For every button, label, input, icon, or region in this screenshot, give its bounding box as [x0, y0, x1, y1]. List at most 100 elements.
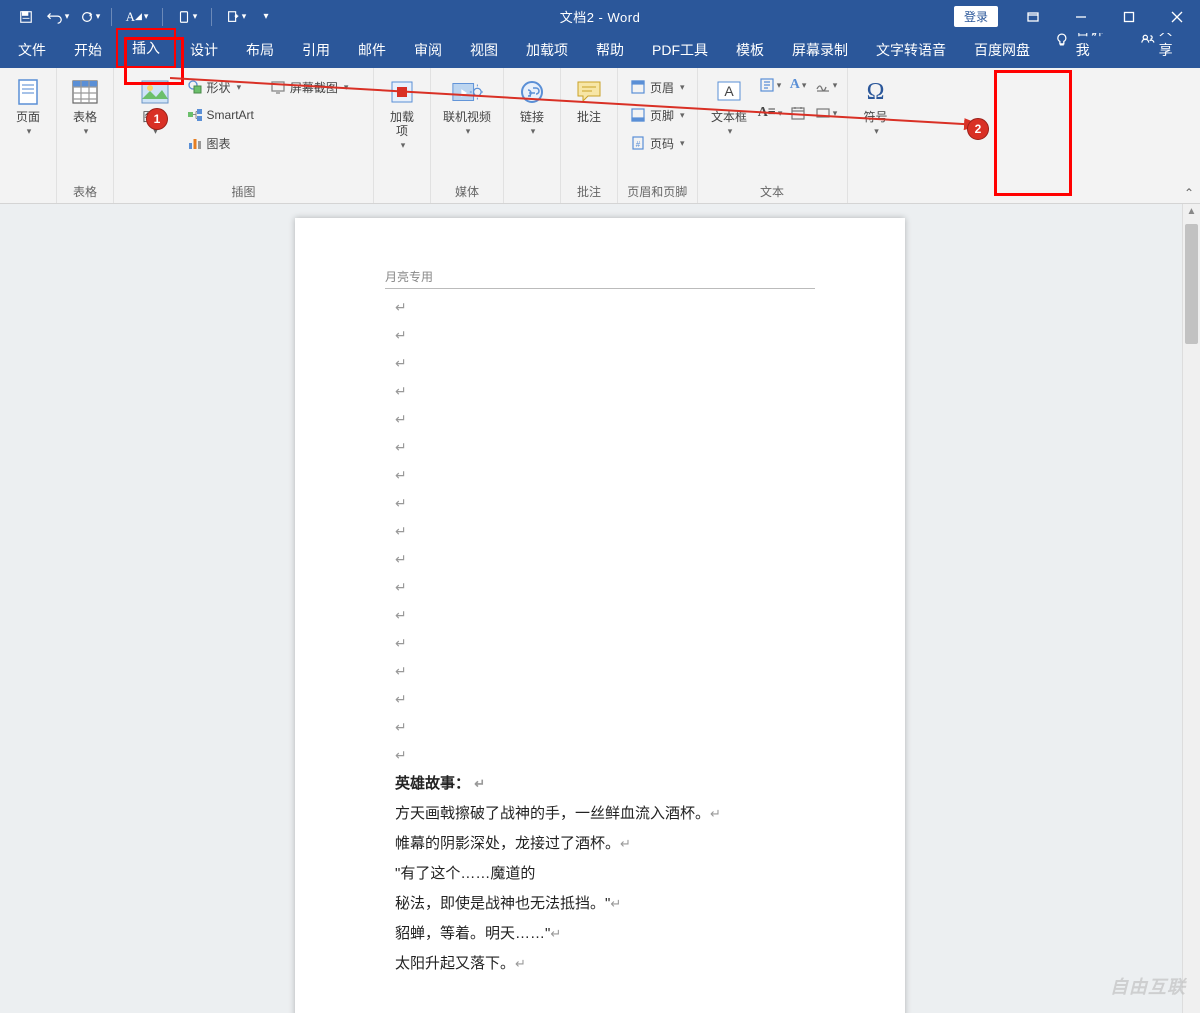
tab-view[interactable]: 视图: [456, 32, 512, 68]
omega-icon: Ω: [860, 76, 892, 108]
tab-design[interactable]: 设计: [176, 32, 232, 68]
ribbon-options-icon[interactable]: [1010, 0, 1056, 33]
window-title: 文档2 - Word: [560, 7, 641, 26]
quick-access-toolbar: ▾ ▾ A◢▾ ▾ ▾ ▾: [0, 4, 275, 30]
dropcap-icon[interactable]: A≡▾: [757, 100, 783, 126]
group-symbols: Ω 符号 ▾: [848, 68, 904, 203]
scroll-up-icon[interactable]: ▲: [1183, 204, 1200, 217]
video-icon: [451, 76, 483, 108]
comment-icon: [573, 76, 605, 108]
smartart-icon: [187, 107, 203, 123]
picture-icon: [139, 76, 171, 108]
save-icon[interactable]: [12, 4, 40, 30]
document-area[interactable]: 月亮专用 ↵ ↵ ↵ ↵ ↵ ↵ ↵ ↵ ↵ ↵ ↵ ↵ ↵ ↵ ↵ ↵ ↵ 英…: [0, 204, 1200, 1013]
wordart-icon[interactable]: A▾: [785, 72, 811, 98]
video-button[interactable]: 联机视频 ▾: [437, 72, 497, 141]
document-line: 方天画戟擦破了战神的手，一丝鲜血流入酒杯。↵: [395, 799, 805, 829]
share-icon: [1141, 33, 1155, 47]
tab-record[interactable]: 屏幕录制: [778, 32, 862, 68]
close-icon[interactable]: [1154, 0, 1200, 33]
pages-button[interactable]: 页面 ▾: [6, 72, 50, 141]
footer-icon: [630, 107, 646, 123]
document-heading: 英雄故事： ↵: [395, 769, 805, 799]
document-line: 貂蝉，等着。明天……"↵: [395, 919, 805, 949]
header-button[interactable]: 页眉▾: [624, 74, 691, 100]
lightbulb-icon: [1054, 32, 1070, 48]
quickparts-icon[interactable]: ▾: [757, 72, 783, 98]
tab-baidu[interactable]: 百度网盘: [960, 32, 1044, 68]
comment-button[interactable]: 批注: [567, 72, 611, 128]
smartart-button[interactable]: SmartArt: [181, 102, 260, 128]
document-line: 太阳升起又落下。↵: [395, 949, 805, 979]
shapes-button[interactable]: 形状▾: [181, 74, 260, 100]
page-icon: [12, 76, 44, 108]
footer-button[interactable]: 页脚▾: [624, 102, 691, 128]
vertical-scrollbar[interactable]: ▲: [1182, 204, 1200, 1013]
table-button[interactable]: 表格 ▾: [63, 72, 107, 141]
maximize-icon[interactable]: [1106, 0, 1152, 33]
collapse-ribbon-icon[interactable]: ⌃: [1184, 186, 1194, 200]
symbol-button[interactable]: Ω 符号 ▾: [854, 72, 898, 141]
tab-help[interactable]: 帮助: [582, 32, 638, 68]
link-button[interactable]: 链接 ▾: [510, 72, 554, 141]
header-icon: [630, 79, 646, 95]
ribbon: 页面 ▾ 表格 ▾ 表格 图片 ▾ 形状▾: [0, 68, 1200, 204]
new-icon[interactable]: ▾: [219, 4, 253, 30]
textbox-icon: A: [713, 76, 745, 108]
document-line: 秘法，即使是战神也无法抵挡。"↵: [395, 889, 805, 919]
group-media: 联机视频 ▾ 媒体: [431, 68, 504, 203]
tab-home[interactable]: 开始: [60, 32, 116, 68]
scroll-thumb[interactable]: [1185, 224, 1198, 344]
addin-icon: [386, 76, 418, 108]
annotation-2: 2: [967, 118, 989, 140]
ribbon-tabs: 文件 开始 插入 设计 布局 引用 邮件 审阅 视图 加载项 帮助 PDF工具 …: [0, 33, 1200, 68]
table-icon: [69, 76, 101, 108]
tab-insert[interactable]: 插入: [116, 28, 176, 68]
tab-file[interactable]: 文件: [4, 32, 60, 68]
chart-button[interactable]: 图表: [181, 130, 260, 156]
undo-icon[interactable]: ▾: [44, 4, 72, 30]
shapes-icon: [187, 79, 203, 95]
document-line: "有了这个……魔道的: [395, 859, 805, 889]
tab-mail[interactable]: 邮件: [344, 32, 400, 68]
addin-button[interactable]: 加载 项 ▾: [380, 72, 424, 155]
tab-references[interactable]: 引用: [288, 32, 344, 68]
group-comments: 批注 批注: [561, 68, 618, 203]
tab-template[interactable]: 模板: [722, 32, 778, 68]
qat-customize-icon[interactable]: ▾: [257, 4, 275, 30]
annotation-1: 1: [146, 108, 168, 130]
document-line: 帷幕的阴影深处，龙接过了酒杯。↵: [395, 829, 805, 859]
screenshot-icon: [270, 79, 286, 95]
group-pages: 页面 ▾: [0, 68, 57, 203]
watermark-brand: 自由互联: [1110, 973, 1186, 999]
signature-icon[interactable]: ▾: [813, 72, 839, 98]
redo-icon[interactable]: ▾: [76, 4, 104, 30]
object-icon[interactable]: ▾: [813, 100, 839, 126]
screenshot-button[interactable]: 屏幕截图▾: [264, 74, 355, 100]
tab-review[interactable]: 审阅: [400, 32, 456, 68]
tab-tts[interactable]: 文字转语音: [862, 32, 960, 68]
tab-layout[interactable]: 布局: [232, 32, 288, 68]
group-illustrations: 图片 ▾ 形状▾ SmartArt 图表: [114, 68, 374, 203]
chart-icon: [187, 135, 203, 151]
picture-button[interactable]: 图片 ▾: [133, 72, 177, 141]
title-bar: ▾ ▾ A◢▾ ▾ ▾ ▾ 文档2 - Word 登录: [0, 0, 1200, 33]
group-text: A 文本框 ▾ ▾ A▾ ▾ A≡▾ ▾ 文本: [698, 68, 848, 203]
device-icon[interactable]: ▾: [170, 4, 204, 30]
svg-text:A: A: [724, 83, 734, 99]
font-style-icon[interactable]: A◢▾: [119, 4, 155, 30]
minimize-icon[interactable]: [1058, 0, 1104, 33]
login-button[interactable]: 登录: [954, 6, 998, 27]
group-header-footer: 页眉▾ 页脚▾ #页码▾ 页眉和页脚: [618, 68, 698, 203]
page-header: 月亮专用: [385, 268, 815, 289]
pagenum-icon: #: [630, 135, 646, 151]
link-icon: [516, 76, 548, 108]
tab-pdf[interactable]: PDF工具: [638, 32, 722, 68]
tab-addins[interactable]: 加载项: [512, 32, 582, 68]
group-addins: 加载 项 ▾: [374, 68, 431, 203]
textbox-button[interactable]: A 文本框 ▾: [705, 72, 753, 141]
pagenum-button[interactable]: #页码▾: [624, 130, 691, 156]
document-page: 月亮专用 ↵ ↵ ↵ ↵ ↵ ↵ ↵ ↵ ↵ ↵ ↵ ↵ ↵ ↵ ↵ ↵ ↵ 英…: [295, 218, 905, 1013]
datetime-icon[interactable]: [785, 100, 811, 126]
group-tables: 表格 ▾ 表格: [57, 68, 114, 203]
